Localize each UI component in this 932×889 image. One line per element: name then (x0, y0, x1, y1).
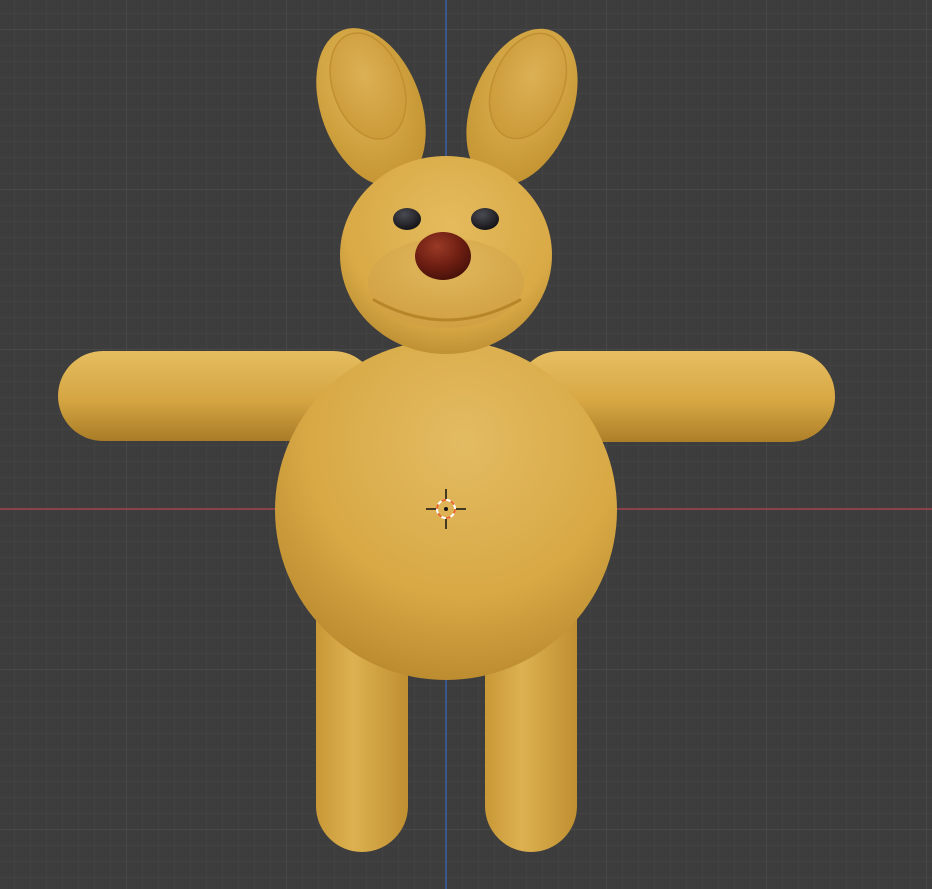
nose (415, 232, 471, 280)
left-eye (393, 208, 421, 230)
3d-viewport[interactable] (0, 0, 932, 889)
right-eye (471, 208, 499, 230)
